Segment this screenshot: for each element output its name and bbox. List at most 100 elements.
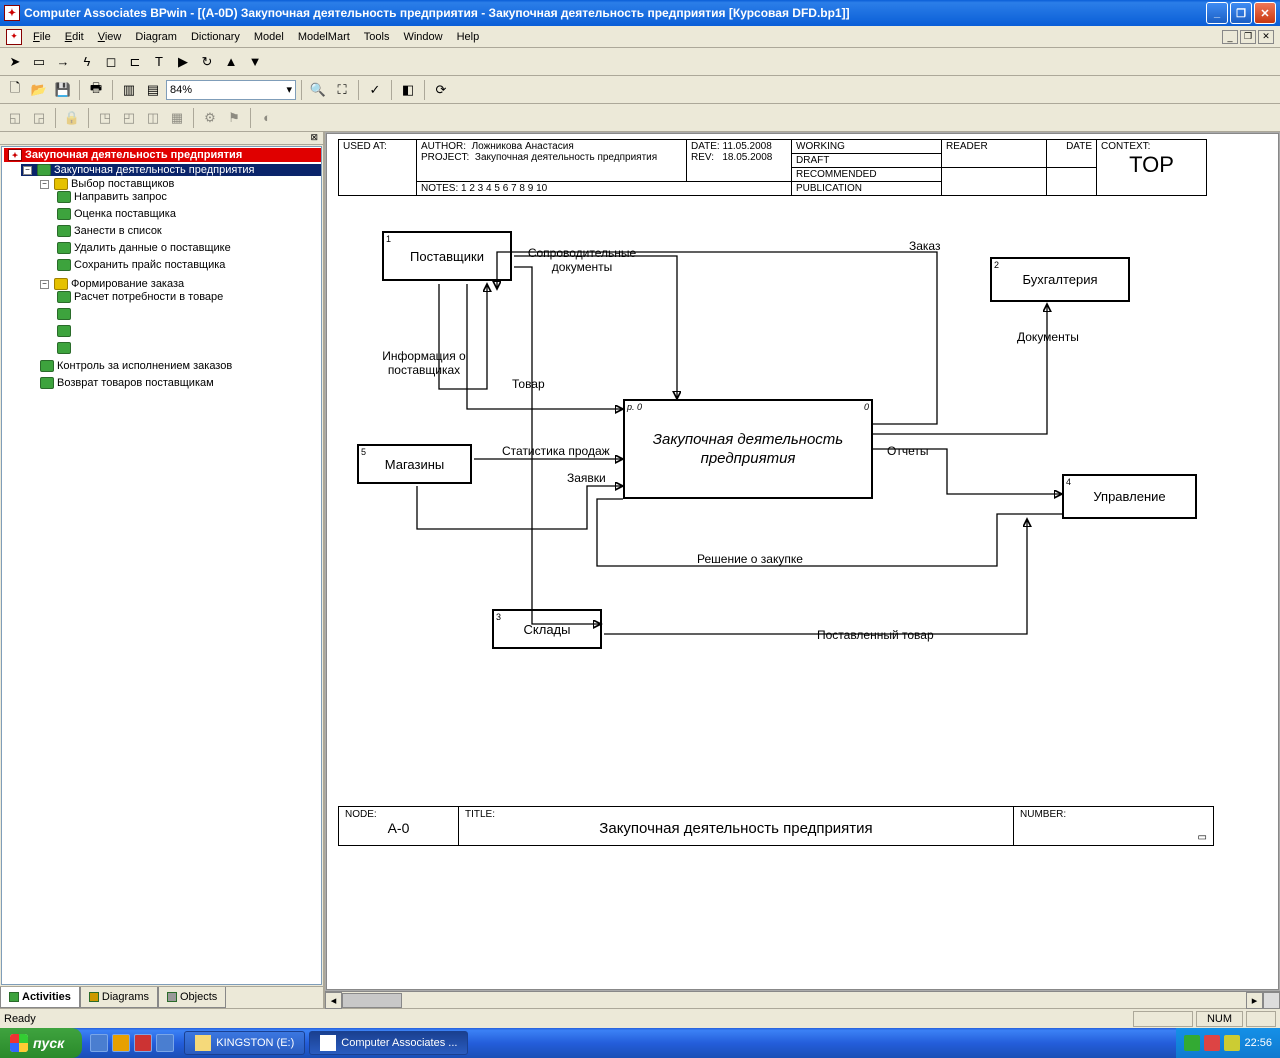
datastore-tool-icon[interactable]: ⊏ bbox=[124, 51, 146, 73]
taskbar-item-kingston[interactable]: KINGSTON (E:) bbox=[184, 1031, 305, 1055]
taskbar-item-bpwin[interactable]: Computer Associates ... bbox=[309, 1031, 468, 1055]
arrow-tool-icon[interactable]: → bbox=[52, 51, 74, 73]
taskbar: пуск KINGSTON (E:) Computer Associates .… bbox=[0, 1028, 1280, 1058]
mm-btn9-icon: ◐ bbox=[256, 107, 278, 129]
save-icon[interactable]: 💾 bbox=[52, 79, 74, 101]
menu-tools[interactable]: Tools bbox=[357, 29, 397, 45]
model-explorer: ⊠ ✦Закупочная деятельность предприятия −… bbox=[0, 132, 325, 1008]
mm-btn8-icon: ⚑ bbox=[223, 107, 245, 129]
menu-edit[interactable]: Edit bbox=[58, 29, 91, 45]
zoom-combo[interactable]: 84%▾ bbox=[166, 80, 296, 100]
status-bar: Ready NUM bbox=[0, 1008, 1280, 1028]
mdi-minimize[interactable]: _ bbox=[1222, 30, 1238, 44]
doc-icon: ✦ bbox=[6, 29, 22, 45]
menu-window[interactable]: Window bbox=[396, 29, 449, 45]
window-title: Computer Associates BPwin - [(A-0D) Заку… bbox=[24, 6, 1204, 20]
idef-footer: NODE:A-0 TITLE:Закупочная деятельность п… bbox=[338, 806, 1214, 846]
box-accounting[interactable]: 2 Бухгалтерия bbox=[990, 257, 1130, 302]
folder-icon bbox=[195, 1035, 211, 1051]
model-tree[interactable]: ✦Закупочная деятельность предприятия −За… bbox=[1, 146, 322, 985]
label-docs: Сопроводительные документы bbox=[517, 246, 647, 274]
menu-dictionary[interactable]: Dictionary bbox=[184, 29, 247, 45]
box-shops[interactable]: 5 Магазины bbox=[357, 444, 472, 484]
goto-parent-icon[interactable]: ▶ bbox=[172, 51, 194, 73]
external-tool-icon[interactable]: ◻ bbox=[100, 51, 122, 73]
ql-icon-4[interactable] bbox=[156, 1034, 174, 1052]
pointer-tool-icon[interactable]: ➤ bbox=[4, 51, 26, 73]
menu-help[interactable]: Help bbox=[450, 29, 487, 45]
report-icon[interactable]: ▥ bbox=[118, 79, 140, 101]
tray-icon-1[interactable] bbox=[1184, 1035, 1200, 1051]
activity-tool-icon[interactable]: ▭ bbox=[28, 51, 50, 73]
refresh-icon[interactable]: ⟳ bbox=[430, 79, 452, 101]
start-button[interactable]: пуск bbox=[0, 1028, 82, 1058]
print-icon[interactable]: 🖶 bbox=[85, 79, 107, 101]
menu-file[interactable]: File bbox=[26, 29, 58, 45]
label-documents: Документы bbox=[1017, 330, 1079, 344]
close-button[interactable]: ✕ bbox=[1254, 2, 1276, 24]
label-order: Заказ bbox=[909, 239, 940, 253]
mm-btn6-icon: ▦ bbox=[166, 107, 188, 129]
model-explorer-icon[interactable]: ▤ bbox=[142, 79, 164, 101]
ql-icon-3[interactable] bbox=[134, 1034, 152, 1052]
zoom-in-icon[interactable]: 🔍 bbox=[307, 79, 329, 101]
open-icon[interactable]: 📂 bbox=[28, 79, 50, 101]
box-management[interactable]: 4 Управление bbox=[1062, 474, 1197, 519]
toolbars: ➤ ▭ → ϟ ◻ ⊏ T ▶ ↻ ▲ ▼ 🗋 📂 💾 🖶 ▥ ▤ 84%▾ 🔍… bbox=[0, 48, 1280, 132]
bpwin-icon bbox=[320, 1035, 336, 1051]
windows-logo-icon bbox=[10, 1034, 28, 1052]
system-tray: 22:56 bbox=[1176, 1028, 1280, 1058]
spellcheck-icon[interactable]: ✓ bbox=[364, 79, 386, 101]
label-supplier-info: Информация о поставщиках bbox=[374, 349, 474, 377]
box-main[interactable]: p. 0 0 Закупочная деятельность предприят… bbox=[623, 399, 873, 499]
menubar: ✦ File Edit View Diagram Dictionary Mode… bbox=[0, 26, 1280, 48]
ql-icon-1[interactable] bbox=[90, 1034, 108, 1052]
mm-btn5-icon: ◫ bbox=[142, 107, 164, 129]
nav-down-icon[interactable]: ▼ bbox=[244, 51, 266, 73]
menu-diagram[interactable]: Diagram bbox=[128, 29, 184, 45]
label-requests: Заявки bbox=[567, 471, 606, 485]
ql-icon-2[interactable] bbox=[112, 1034, 130, 1052]
zoom-fit-icon[interactable]: ⛶ bbox=[331, 79, 353, 101]
idef-header: USED AT: AUTHOR: Ложникова Анастасия PRO… bbox=[338, 139, 1207, 196]
label-decision: Решение о закупке bbox=[697, 552, 803, 566]
tab-activities[interactable]: Activities bbox=[0, 987, 80, 1008]
new-icon[interactable]: 🗋 bbox=[4, 79, 26, 101]
mdi-close[interactable]: ✕ bbox=[1258, 30, 1274, 44]
diagram-canvas[interactable]: USED AT: AUTHOR: Ложникова Анастасия PRO… bbox=[326, 133, 1279, 990]
titlebar: ✦ Computer Associates BPwin - [(A-0D) За… bbox=[0, 0, 1280, 26]
status-ready: Ready bbox=[4, 1013, 36, 1025]
goto-child-icon[interactable]: ↻ bbox=[196, 51, 218, 73]
mm-btn3-icon: ◳ bbox=[94, 107, 116, 129]
maximize-button[interactable]: ❐ bbox=[1230, 2, 1252, 24]
mm-btn7-icon: ⚙ bbox=[199, 107, 221, 129]
modelmart-icon[interactable]: ◧ bbox=[397, 79, 419, 101]
quick-launch bbox=[82, 1034, 182, 1052]
text-tool-icon[interactable]: T bbox=[148, 51, 170, 73]
tray-icon-2[interactable] bbox=[1204, 1035, 1220, 1051]
mm-btn1-icon: ◱ bbox=[4, 107, 26, 129]
tab-objects[interactable]: Objects bbox=[158, 987, 226, 1008]
label-goods: Товар bbox=[512, 377, 545, 391]
tab-diagrams[interactable]: Diagrams bbox=[80, 987, 158, 1008]
mm-btn4-icon: ◰ bbox=[118, 107, 140, 129]
box-suppliers[interactable]: 1 Поставщики bbox=[382, 231, 512, 281]
mdi-restore[interactable]: ❐ bbox=[1240, 30, 1256, 44]
clock[interactable]: 22:56 bbox=[1244, 1037, 1272, 1049]
label-reports: Отчеты bbox=[887, 444, 928, 458]
menu-model[interactable]: Model bbox=[247, 29, 291, 45]
nav-up-icon[interactable]: ▲ bbox=[220, 51, 242, 73]
status-num: NUM bbox=[1196, 1011, 1243, 1027]
app-icon: ✦ bbox=[4, 5, 20, 21]
mm-btn2-icon: ◲ bbox=[28, 107, 50, 129]
horizontal-scrollbar[interactable]: ◂ ▸ bbox=[325, 991, 1280, 1008]
tray-icon-3[interactable] bbox=[1224, 1035, 1240, 1051]
box-warehouses[interactable]: 3 Склады bbox=[492, 609, 602, 649]
label-stats: Статистика продаж bbox=[502, 444, 610, 458]
mm-lock-icon: 🔒 bbox=[61, 107, 83, 129]
minimize-button[interactable]: _ bbox=[1206, 2, 1228, 24]
explorer-close-icon[interactable]: ⊠ bbox=[0, 132, 323, 145]
menu-modelmart[interactable]: ModelMart bbox=[291, 29, 357, 45]
squiggle-tool-icon[interactable]: ϟ bbox=[76, 51, 98, 73]
menu-view[interactable]: View bbox=[91, 29, 129, 45]
